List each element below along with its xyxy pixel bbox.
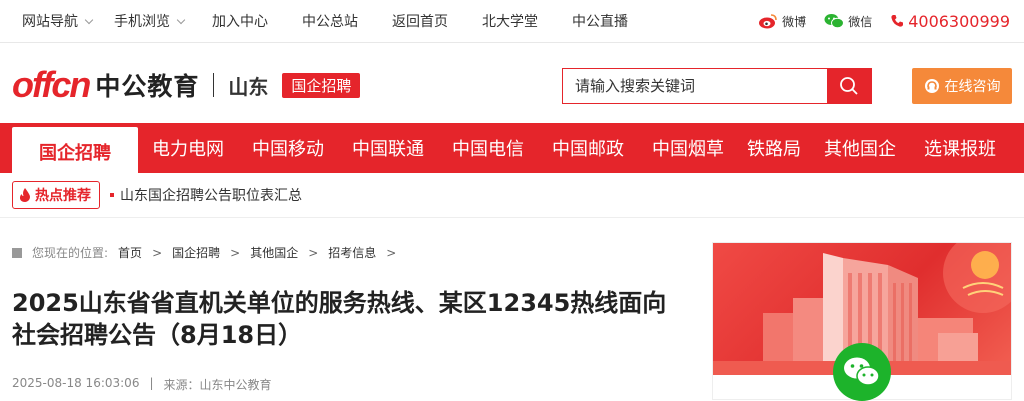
chevron-down-icon (84, 15, 94, 25)
breadcrumb-soe[interactable]: 国企招聘 (172, 244, 220, 261)
wechat-float-button[interactable] (833, 343, 891, 401)
wechat-icon (824, 14, 845, 29)
channel-tag: 国企招聘 (282, 72, 361, 98)
nav-item-china-mobile[interactable]: 中国移动 (238, 123, 338, 173)
article-meta: 2025-08-18 16:03:06 | 来源：山东中公教育 (12, 376, 272, 393)
publish-date: 2025-08-18 16:03:06 (12, 376, 140, 390)
article-title-line1: 2025山东省省直机关单位的服务热线、某区12345热线面向 (12, 289, 667, 317)
search-input[interactable] (563, 69, 827, 103)
wechat-label: 微信 (848, 14, 873, 29)
pku-link[interactable]: 北大学堂 (482, 11, 538, 31)
hot-badge-label: 热点推荐 (35, 188, 91, 204)
province-label: 山东 (228, 74, 269, 99)
nav-item-other-soe[interactable]: 其他国企 (810, 123, 910, 173)
mobile-browse-label: 手机浏览 (114, 14, 170, 30)
nav-item-power-grid[interactable]: 电力电网 (138, 123, 238, 173)
breadcrumb: 您现在的位置: 首页 > 国企招聘 > 其他国企 > 招考信息 > (12, 244, 396, 261)
headquarters-link[interactable]: 中公总站 (302, 11, 358, 31)
join-link[interactable]: 加入中心 (212, 11, 268, 31)
hotline-number: 4006300999 (908, 11, 1010, 31)
nav-item-soe-recruitment[interactable]: 国企招聘 (12, 127, 138, 177)
breadcrumb-separator: > (308, 245, 319, 260)
nav-item-china-telecom[interactable]: 中国电信 (438, 123, 538, 173)
top-bar-right: 微博 微信 4006300999 (758, 12, 1024, 31)
top-nav: 网站导航 手机浏览 加入中心 中公总站 返回首页 北大学堂 中公直播 (0, 11, 628, 31)
meta-divider: | (149, 376, 154, 390)
hotline[interactable]: 4006300999 (890, 12, 1010, 31)
weibo-icon (759, 14, 777, 29)
hot-bar: 热点推荐 山东国企招聘公告职位表汇总 (0, 173, 1024, 218)
breadcrumb-label: 您现在的位置: (32, 246, 109, 260)
location-icon (12, 247, 22, 258)
nav-item-china-unicom[interactable]: 中国联通 (338, 123, 438, 173)
flame-icon (19, 188, 30, 202)
search-icon (840, 77, 858, 95)
weibo-link[interactable]: 微博 (758, 13, 806, 30)
home-link[interactable]: 返回首页 (392, 11, 448, 31)
site-nav-label: 网站导航 (22, 14, 78, 30)
logo-divider (213, 73, 215, 97)
headset-icon (924, 79, 939, 93)
nav-item-courses[interactable]: 选课报班 (910, 123, 1010, 173)
breadcrumb-home[interactable]: 首页 (118, 244, 142, 261)
breadcrumb-separator: > (152, 245, 163, 260)
breadcrumb-exam-info[interactable]: 招考信息 (328, 244, 376, 261)
article-title-line2: 社会招聘公告（8月18日） (12, 321, 303, 349)
search-button[interactable] (827, 69, 871, 103)
consult-label: 在线咨询 (944, 79, 1001, 95)
breadcrumb-separator: > (386, 245, 397, 260)
bullet-dot (110, 193, 114, 197)
brand-logo[interactable]: offcn 中公教育 山东 国企招聘 (12, 55, 361, 115)
chevron-down-icon (176, 15, 186, 25)
brand-name: 中公教育 (95, 72, 200, 101)
hot-link[interactable]: 山东国企招聘公告职位表汇总 (120, 185, 302, 205)
phone-icon (891, 15, 904, 27)
main-nav: 国企招聘 电力电网 中国移动 中国联通 中国电信 中国邮政 中国烟草 铁路局 其… (0, 123, 1024, 177)
wechat-icon (844, 357, 880, 386)
breadcrumb-separator: > (230, 245, 241, 260)
breadcrumb-other-soe[interactable]: 其他国企 (250, 244, 298, 261)
offcn-logo: offcn (12, 64, 91, 105)
online-consult-button[interactable]: 在线咨询 (912, 68, 1012, 104)
site-header: offcn 中公教育 山东 国企招聘 在线咨询 (0, 43, 1024, 123)
mobile-browse-link[interactable]: 手机浏览 (114, 11, 186, 31)
live-link[interactable]: 中公直播 (572, 11, 628, 31)
article-title: 2025山东省省直机关单位的服务热线、某区12345热线面向 社会招聘公告（8月… (12, 287, 672, 351)
nav-item-china-post[interactable]: 中国邮政 (538, 123, 638, 173)
wechat-link[interactable]: 微信 (824, 13, 872, 30)
nav-item-railway[interactable]: 铁路局 (738, 123, 810, 173)
site-nav-link[interactable]: 网站导航 (22, 11, 94, 31)
top-bar: 网站导航 手机浏览 加入中心 中公总站 返回首页 北大学堂 中公直播 微博 微信… (0, 0, 1024, 43)
nav-item-china-tobacco[interactable]: 中国烟草 (638, 123, 738, 173)
hot-badge: 热点推荐 (12, 181, 100, 209)
article-source: 来源：山东中公教育 (163, 378, 272, 392)
weibo-label: 微博 (782, 14, 807, 29)
search-box (562, 68, 872, 104)
